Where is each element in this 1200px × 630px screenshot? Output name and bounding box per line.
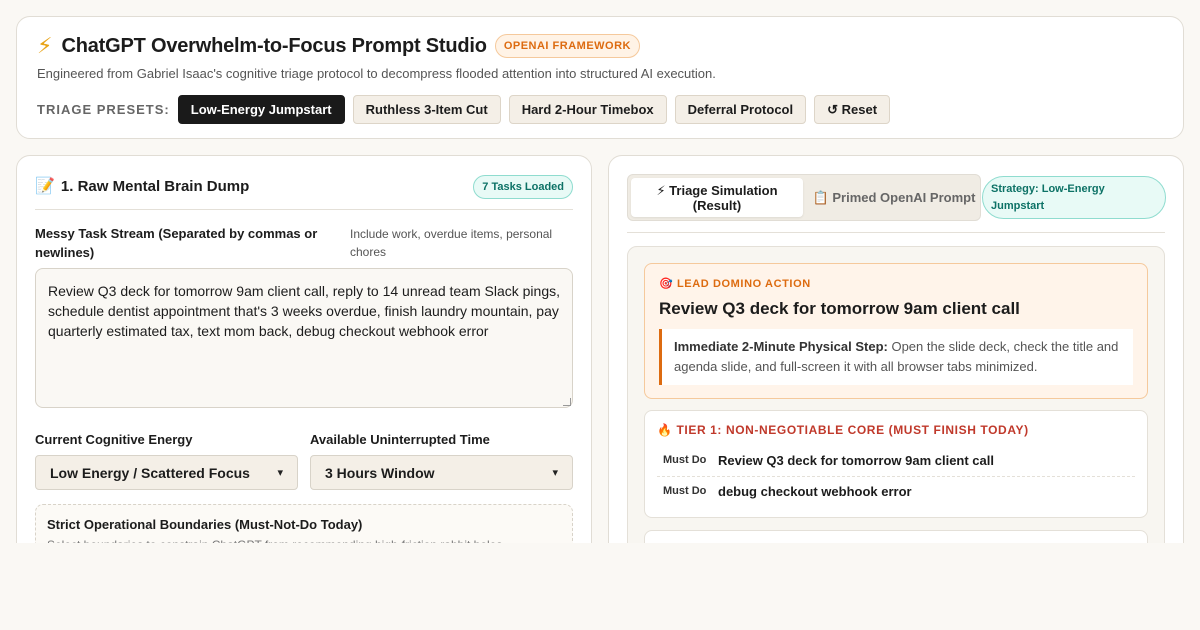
lead-domino-card: 🎯 LEAD DOMINO ACTION Review Q3 deck for … — [644, 263, 1148, 399]
section-divider — [35, 209, 573, 210]
energy-select[interactable]: Low Energy / Scattered Focus ▾ — [35, 455, 298, 490]
boundaries-title: Strict Operational Boundaries (Must-Not-… — [47, 517, 363, 532]
viewport-bottom — [0, 543, 1200, 630]
presets-label: TRIAGE PRESETS: — [37, 102, 170, 117]
results-panel: ⚡ Triage Simulation (Result) 📋 Primed Op… — [608, 155, 1184, 575]
time-select-value: 3 Hours Window — [325, 464, 435, 481]
brain-dump-title: 1. Raw Mental Brain Dump — [60, 177, 250, 195]
lead-domino-label: 🎯 LEAD DOMINO ACTION — [659, 278, 811, 290]
textarea-resize-handle[interactable] — [562, 397, 571, 406]
energy-select-value: Low Energy / Scattered Focus — [50, 464, 250, 481]
reset-button[interactable]: ↺ Reset — [814, 95, 891, 124]
tier1-label: 🔥 TIER 1: NON-NEGOTIABLE CORE (MUST FINI… — [657, 423, 1029, 437]
tabs-divider — [627, 232, 1165, 233]
must-do-tag: Must Do — [663, 454, 707, 466]
triage-presets: TRIAGE PRESETS: Low-Energy Jumpstart Rut… — [37, 95, 898, 124]
tab-triage-simulation[interactable]: ⚡ Triage Simulation (Result) — [631, 178, 803, 217]
chevron-down-icon: ▾ — [277, 467, 283, 479]
lightning-icon: ⚡ — [37, 33, 53, 58]
task-stream-hint: Include work, overdue items, personal ch… — [350, 227, 553, 259]
framework-badge: OPENAI FRAMEWORK — [494, 34, 640, 58]
tab-primed-prompt[interactable]: 📋 Primed OpenAI Prompt — [808, 178, 980, 217]
tier1-task: debug checkout webhook error — [718, 483, 912, 499]
preset-low-energy-jumpstart-button[interactable]: Low-Energy Jumpstart — [177, 95, 345, 124]
preset-ruthless-3-item-cut-button[interactable]: Ruthless 3-Item Cut — [352, 95, 501, 124]
tier1-card: 🔥 TIER 1: NON-NEGOTIABLE CORE (MUST FINI… — [644, 410, 1148, 518]
task-stream-textarea[interactable]: Review Q3 deck for tomorrow 9am client c… — [35, 268, 573, 408]
energy-label: Current Cognitive Energy — [35, 432, 193, 447]
simulation-result: 🎯 LEAD DOMINO ACTION Review Q3 deck for … — [627, 246, 1165, 570]
time-select[interactable]: 3 Hours Window ▾ — [310, 455, 573, 490]
lead-domino-title: Review Q3 deck for tomorrow 9am client c… — [659, 299, 1020, 318]
brain-dump-panel: 📝 1. Raw Mental Brain Dump 7 Tasks Loade… — [16, 155, 592, 584]
header-card: ⚡ ChatGPT Overwhelm-to-Focus Prompt Stud… — [16, 16, 1184, 139]
preset-deferral-protocol-button[interactable]: Deferral Protocol — [674, 95, 807, 124]
physical-step-callout: Immediate 2-Minute Physical Step: Open t… — [659, 329, 1133, 385]
brain-dump-heading: 📝 1. Raw Mental Brain Dump — [35, 176, 249, 196]
memo-icon: 📝 — [35, 178, 55, 195]
tier1-task: Review Q3 deck for tomorrow 9am client c… — [718, 452, 994, 468]
list-item: Must Do debug checkout webhook error — [663, 476, 1135, 506]
preset-hard-2-hour-timebox-button[interactable]: Hard 2-Hour Timebox — [508, 95, 667, 124]
page-title: ChatGPT Overwhelm-to-Focus Prompt Studio — [61, 34, 487, 57]
result-tabs: ⚡ Triage Simulation (Result) 📋 Primed Op… — [627, 174, 981, 221]
tasks-loaded-badge: 7 Tasks Loaded — [473, 175, 573, 199]
page-subtitle: Engineered from Gabriel Isaac's cognitiv… — [37, 66, 716, 81]
time-label: Available Uninterrupted Time — [310, 432, 490, 447]
list-item: Must Do Review Q3 deck for tomorrow 9am … — [663, 445, 1135, 475]
must-do-tag: Must Do — [663, 485, 707, 497]
chevron-down-icon: ▾ — [552, 467, 558, 479]
strategy-badge: Strategy: Low-Energy Jumpstart — [982, 176, 1166, 219]
title-row: ⚡ ChatGPT Overwhelm-to-Focus Prompt Stud… — [37, 34, 640, 58]
task-stream-label: Messy Task Stream (Separated by commas o… — [35, 226, 318, 260]
physical-step-label: Immediate 2-Minute Physical Step: — [674, 339, 888, 354]
